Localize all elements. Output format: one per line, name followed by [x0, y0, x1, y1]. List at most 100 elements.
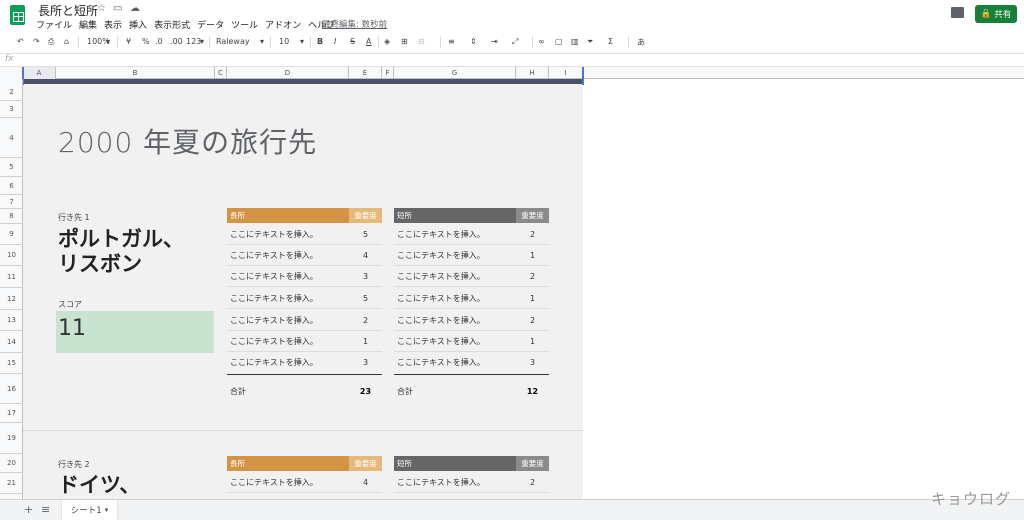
- strikethrough-button[interactable]: S: [350, 37, 355, 46]
- row-header[interactable]: 8: [0, 209, 23, 224]
- table-row[interactable]: ここにテキストを挿入。 2: [394, 472, 549, 493]
- row-header[interactable]: 14: [0, 331, 23, 353]
- cons-total-row[interactable]: 合計 12: [394, 374, 549, 408]
- borders-icon[interactable]: ⊞: [401, 37, 408, 46]
- row-header[interactable]: 11: [0, 266, 23, 288]
- formula-bar[interactable]: fx: [0, 53, 1024, 67]
- table-row[interactable]: ここにテキストを挿入。 3: [227, 352, 382, 373]
- row-header[interactable]: 21: [0, 473, 23, 494]
- row-header[interactable]: 7: [0, 195, 23, 209]
- bold-button[interactable]: B: [317, 37, 323, 46]
- column-header-b[interactable]: B: [56, 67, 215, 79]
- column-headers: A B C D E F G H I: [0, 67, 1024, 79]
- row-header[interactable]: 2: [0, 84, 23, 101]
- function-icon[interactable]: Σ: [608, 37, 613, 46]
- merge-cells-icon[interactable]: ⊟: [418, 37, 425, 46]
- share-button[interactable]: 🔒 共有: [975, 5, 1017, 23]
- last-edit-link[interactable]: 最終編集: 数秒前: [322, 18, 387, 30]
- row-header[interactable]: 5: [0, 158, 23, 177]
- sheet-tab[interactable]: シート1 ▾: [62, 500, 117, 520]
- column-header-h[interactable]: H: [516, 67, 549, 79]
- row-header[interactable]: 4: [0, 118, 23, 158]
- paint-format-icon[interactable]: ⌂: [64, 37, 69, 46]
- toolbar-divider: [378, 36, 379, 48]
- table-row[interactable]: ここにテキストを挿入。 1: [394, 331, 549, 352]
- folder-icon[interactable]: ▭: [113, 3, 122, 14]
- column-header-f[interactable]: F: [382, 67, 394, 79]
- comment-icon[interactable]: [951, 7, 964, 18]
- menu-addons[interactable]: アドオン: [265, 18, 301, 31]
- italic-button[interactable]: I: [334, 37, 336, 46]
- row-header[interactable]: 12: [0, 288, 23, 310]
- table-row[interactable]: ここにテキストを挿入。 5: [227, 224, 382, 245]
- number-format-select[interactable]: 123: [186, 37, 201, 46]
- column-header-c[interactable]: C: [215, 67, 227, 79]
- column-header-g[interactable]: G: [394, 67, 516, 79]
- comment-add-icon[interactable]: ▢: [555, 37, 563, 46]
- percent-button[interactable]: %: [142, 37, 150, 46]
- table-row[interactable]: ここにテキストを挿入。 2: [394, 310, 549, 331]
- text-color-button[interactable]: A: [366, 37, 371, 46]
- cloud-icon[interactable]: ☁: [130, 3, 140, 14]
- decrease-decimal-button[interactable]: .0: [155, 37, 163, 46]
- text-rotate-icon[interactable]: ⤢: [512, 37, 518, 47]
- column-header-e[interactable]: E: [349, 67, 382, 79]
- input-tools-button[interactable]: あ: [637, 37, 645, 48]
- menu-data[interactable]: データ: [197, 18, 224, 31]
- column-header-d[interactable]: D: [227, 67, 349, 79]
- column-header-i[interactable]: I: [549, 67, 583, 79]
- table-row[interactable]: ここにテキストを挿入。 3: [227, 266, 382, 287]
- table-row[interactable]: ここにテキストを挿入。 4: [227, 245, 382, 266]
- row-header[interactable]: 6: [0, 177, 23, 195]
- menu-edit[interactable]: 編集: [79, 18, 97, 31]
- table-row[interactable]: ここにテキストを挿入。 3: [394, 352, 549, 373]
- star-icon[interactable]: ☆: [97, 3, 106, 14]
- font-size-select[interactable]: 10: [279, 37, 289, 46]
- pros-total-row[interactable]: 合計 23: [227, 374, 382, 408]
- table-row[interactable]: ここにテキストを挿入。 4: [227, 472, 382, 493]
- add-sheet-icon[interactable]: +: [24, 503, 33, 516]
- table-row[interactable]: ここにテキストを挿入。 2: [394, 266, 549, 287]
- menu-format[interactable]: 表示形式: [154, 18, 190, 31]
- menu-insert[interactable]: 挿入: [129, 18, 147, 31]
- app-header: 長所と短所 ☆ ▭ ☁ ファイル 編集 表示 挿入 表示形式 データ ツール ア…: [0, 0, 1024, 32]
- align-left-icon[interactable]: ≡: [448, 37, 455, 46]
- table-row[interactable]: ここにテキストを挿入。 1: [227, 331, 382, 352]
- vertical-align-icon[interactable]: ⇕: [470, 37, 477, 46]
- row-header[interactable]: 17: [0, 404, 23, 423]
- column-header-a[interactable]: A: [23, 67, 56, 79]
- text-wrap-icon[interactable]: ⇥: [491, 37, 498, 46]
- table-row[interactable]: ここにテキストを挿入。 1: [394, 245, 549, 266]
- table-row[interactable]: ここにテキストを挿入。 1: [394, 288, 549, 309]
- table-row[interactable]: ここにテキストを挿入。 2: [394, 224, 549, 245]
- pros-table-header: 長所 重要度: [227, 456, 382, 471]
- table-row[interactable]: ここにテキストを挿入。 2: [227, 310, 382, 331]
- row-header[interactable]: 19: [0, 423, 23, 454]
- link-icon[interactable]: ∞: [538, 37, 545, 46]
- sheets-logo-icon[interactable]: [10, 5, 25, 25]
- undo-icon[interactable]: ↶: [17, 37, 24, 46]
- row-header[interactable]: 16: [0, 374, 23, 404]
- row-header[interactable]: 9: [0, 224, 23, 245]
- row-header[interactable]: 3: [0, 101, 23, 118]
- chart-icon[interactable]: ▥: [571, 37, 579, 46]
- menu-tools[interactable]: ツール: [231, 18, 258, 31]
- menu-file[interactable]: ファイル: [36, 18, 72, 31]
- filter-icon[interactable]: ⏷: [587, 37, 593, 47]
- redo-icon[interactable]: ↷: [33, 37, 40, 46]
- fill-color-icon[interactable]: ◈: [384, 37, 390, 46]
- increase-decimal-button[interactable]: .00: [170, 37, 183, 46]
- row-header[interactable]: 13: [0, 310, 23, 331]
- row-header[interactable]: 15: [0, 353, 23, 374]
- row-weight: 5: [362, 293, 369, 303]
- font-family-select[interactable]: Raleway: [216, 37, 250, 46]
- row-header[interactable]: 10: [0, 245, 23, 266]
- print-icon[interactable]: ⎙: [48, 37, 54, 47]
- document-title[interactable]: 長所と短所: [38, 2, 98, 19]
- table-row[interactable]: ここにテキストを挿入。 5: [227, 288, 382, 309]
- all-sheets-icon[interactable]: ≡: [41, 503, 50, 516]
- row-header[interactable]: 20: [0, 454, 23, 473]
- currency-button[interactable]: ¥: [126, 37, 131, 46]
- menu-view[interactable]: 表示: [104, 18, 122, 31]
- select-all-corner[interactable]: [0, 67, 23, 79]
